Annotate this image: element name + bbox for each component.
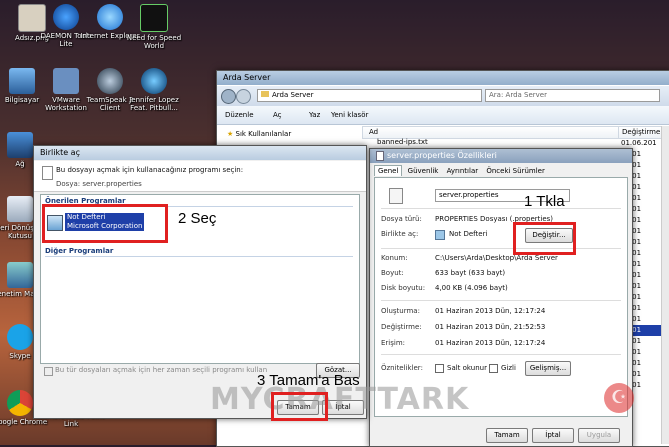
computer-icon	[9, 68, 35, 94]
disk-size-label: Disk boyutu:	[381, 284, 426, 292]
properties-title: server.properties Özellikleri	[387, 151, 497, 160]
properties-tabs: Genel Güvenlik Ayrıntılar Önceki Sürümle…	[374, 165, 548, 176]
size-value: 633 bayt (633 bayt)	[435, 269, 506, 277]
forward-button[interactable]	[236, 89, 251, 104]
created-value: 01 Haziran 2013 Dün, 12:17:24	[435, 307, 546, 315]
annotation-step1: 1 Tkla	[524, 193, 565, 210]
open-with-title: Birlikte aç	[40, 148, 80, 157]
notepad-icon	[435, 230, 445, 240]
network-icon	[7, 132, 33, 158]
tab-security[interactable]: Güvenlik	[405, 166, 442, 176]
teamspeak-icon	[97, 68, 123, 94]
tab-previous-versions[interactable]: Önceki Sürümler	[483, 166, 547, 176]
back-button[interactable]	[221, 89, 236, 104]
opens-with-value: Not Defteri	[449, 230, 488, 238]
opens-with-label: Birlikte aç:	[381, 230, 419, 238]
desktop-icon-nfs[interactable]: Need for Speed World	[124, 4, 184, 50]
recycle-bin-icon	[7, 196, 33, 222]
search-input[interactable]: Ara: Arda Server	[485, 89, 660, 102]
file-icon	[389, 188, 403, 204]
modified-value: 01 Haziran 2013 Dün, 21:52:53	[435, 323, 546, 331]
properties-apply-button[interactable]: Uygula	[578, 428, 620, 443]
toolbar-open[interactable]: Aç	[273, 106, 282, 124]
toolbar-print[interactable]: Yaz	[309, 106, 320, 124]
desktop-icon-label: Ağ	[15, 160, 25, 168]
disk-size-value: 4,00 KB (4.096 bayt)	[435, 284, 508, 292]
desktop-icon-label: Bilgisayar	[4, 96, 40, 104]
daemon-tools-icon	[53, 4, 79, 30]
internet-explorer-icon	[97, 4, 123, 30]
control-panel-icon	[7, 262, 33, 288]
always-use-checkbox[interactable]	[44, 367, 53, 376]
separator	[381, 300, 621, 301]
nav-favorites[interactable]: Sık Kullanılanlar	[236, 130, 292, 138]
location-label: Konum:	[381, 254, 408, 262]
created-label: Oluşturma:	[381, 307, 420, 315]
open-with-file-label: Dosya: server.properties	[56, 180, 142, 188]
readonly-checkbox[interactable]	[435, 364, 444, 373]
annotation-box-program	[42, 204, 168, 243]
open-with-titlebar: Birlikte aç	[34, 146, 366, 160]
annotation-step3: 3 Tamam'a Bas	[257, 372, 360, 389]
other-programs-header[interactable]: Diğer Programlar	[45, 247, 113, 255]
explorer-titlebar: Arda Server	[217, 71, 669, 85]
separator	[381, 248, 621, 249]
open-with-header: Bu dosyayı açmak için kullanacağınız pro…	[34, 161, 366, 192]
tab-general[interactable]: Genel	[374, 165, 403, 176]
other-divider	[45, 256, 353, 257]
properties-cancel-button[interactable]: İptal	[532, 428, 574, 443]
vmware-icon	[53, 68, 79, 94]
desktop-icon-label: Skype	[9, 352, 31, 360]
location-value: C:\Users\Arda\Desktop\Arda Server	[435, 254, 558, 262]
chrome-icon	[7, 390, 33, 416]
file-type-label: Dosya türü:	[381, 215, 422, 223]
media-file-icon	[141, 68, 167, 94]
annotation-box-ok	[271, 392, 328, 421]
desktop-icon-label: Need for Speed World	[126, 34, 182, 50]
open-with-prompt: Bu dosyayı açmak için kullanacağınız pro…	[56, 166, 244, 174]
separator	[381, 208, 621, 209]
desktop-icon-jlo[interactable]: Jennifer Lopez Feat. Pitbull...	[124, 68, 184, 112]
explorer-title: Arda Server	[223, 73, 271, 82]
accessed-value: 01 Haziran 2013 Dün, 12:17:24	[435, 339, 546, 347]
address-bar-row: Arda Server Ara: Arda Server	[217, 86, 669, 106]
annotation-step2: 2 Seç	[178, 210, 217, 227]
explorer-scrollbar[interactable]	[661, 126, 669, 444]
explorer-toolbar: Düzenle Aç Yaz Yeni klasör	[217, 106, 669, 125]
need-for-speed-icon	[140, 4, 168, 32]
accessed-label: Erişim:	[381, 339, 406, 347]
toolbar-organize[interactable]: Düzenle	[225, 106, 254, 124]
annotation-box-change	[513, 222, 576, 255]
advanced-button[interactable]: Gelişmiş...	[525, 361, 571, 376]
properties-body: server.properties Dosya türü: PROPERTIES…	[374, 177, 628, 417]
tab-details[interactable]: Ayrıntılar	[444, 166, 482, 176]
toolbar-new-folder[interactable]: Yeni klasör	[331, 106, 368, 124]
address-field[interactable]: Arda Server	[257, 89, 482, 102]
readonly-label: Salt okunur	[447, 364, 487, 372]
properties-ok-button[interactable]: Tamam	[486, 428, 528, 443]
star-icon: ★	[227, 130, 234, 138]
hidden-label: Gizli	[501, 364, 516, 372]
document-icon	[376, 150, 384, 161]
properties-titlebar: server.properties Özellikleri	[370, 149, 632, 163]
file-row[interactable]: banned-ips.txt	[377, 138, 428, 146]
modified-label: Değiştirme:	[381, 323, 422, 331]
folder-icon	[261, 91, 269, 97]
hidden-checkbox[interactable]	[489, 364, 498, 373]
document-icon	[42, 166, 53, 180]
size-label: Boyut:	[381, 269, 404, 277]
attributes-label: Öznitelikler:	[381, 364, 423, 372]
desktop-icon-label: Jennifer Lopez Feat. Pitbull...	[129, 96, 179, 112]
always-use-label: Bu tür dosyaları açmak için her zaman se…	[55, 366, 268, 374]
skype-icon	[7, 324, 33, 350]
separator	[381, 354, 621, 355]
nav-pane: ★ Sık Kullanılanlar	[217, 125, 367, 145]
crescent-star-logo: ☪	[604, 383, 634, 413]
